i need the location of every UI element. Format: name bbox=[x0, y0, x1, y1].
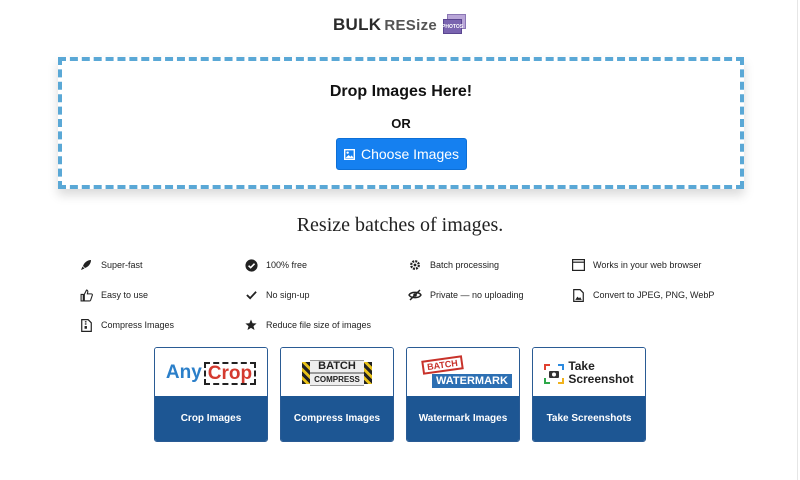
check-badge-icon bbox=[244, 258, 258, 272]
feature-item: Compress Images bbox=[79, 318, 174, 332]
tool-card-label: Compress Images bbox=[281, 396, 393, 441]
tool-card-label: Take Screenshots bbox=[533, 396, 645, 441]
feature-label: Compress Images bbox=[101, 320, 175, 330]
feature-item: Easy to use bbox=[79, 288, 148, 302]
anycrop-logo-crop: Crop bbox=[203, 361, 257, 385]
feature-label: Super-fast bbox=[101, 260, 143, 270]
tool-card-compress-images[interactable]: BATCH COMPRESS Compress Images bbox=[280, 347, 394, 442]
feature-label: 100% free bbox=[266, 260, 308, 270]
batch-compress-logo-compress: COMPRESS bbox=[310, 373, 364, 386]
site-logo[interactable]: BULK RESize PHOTOS bbox=[0, 12, 800, 38]
choose-images-button[interactable]: Choose Images bbox=[336, 138, 467, 170]
rocket-icon bbox=[79, 258, 93, 272]
feature-label: No sign-up bbox=[266, 290, 310, 300]
batch-watermark-logo: BATCH WATERMARK bbox=[407, 348, 519, 398]
tool-card-label: Crop Images bbox=[155, 396, 267, 441]
tool-card-take-screenshots[interactable]: Take Screenshot Take Screenshots bbox=[532, 347, 646, 442]
feature-item: Convert to JPEG, PNG, WebP bbox=[571, 288, 714, 302]
browser-window-icon bbox=[571, 258, 585, 272]
checkmark-icon bbox=[244, 288, 258, 302]
file-archive-icon bbox=[79, 318, 93, 332]
camera-frame-icon bbox=[544, 364, 565, 384]
take-screenshot-logo: Take Screenshot bbox=[533, 348, 645, 398]
anycrop-logo-any: Any bbox=[165, 362, 202, 383]
gear-icon bbox=[408, 258, 422, 272]
take-screenshot-logo-screenshot: Screenshot bbox=[568, 372, 634, 386]
tool-card-crop-images[interactable]: Any Crop Crop Images bbox=[154, 347, 268, 442]
batch-compress-logo: BATCH COMPRESS bbox=[281, 348, 393, 398]
feature-label: Convert to JPEG, PNG, WebP bbox=[593, 290, 715, 300]
batch-compress-logo-batch: BATCH bbox=[310, 360, 364, 373]
choose-images-label: Choose Images bbox=[360, 146, 460, 162]
feature-item: No sign-up bbox=[244, 288, 310, 302]
page-tagline: Resize batches of images. bbox=[296, 214, 504, 236]
feature-label: Works in your web browser bbox=[593, 260, 702, 270]
hazard-stripe-icon bbox=[363, 362, 372, 384]
dropzone-or-label: OR bbox=[391, 116, 411, 131]
thumbs-up-icon bbox=[79, 288, 93, 302]
feature-item: Super-fast bbox=[79, 258, 143, 272]
feature-label: Reduce file size of images bbox=[266, 320, 372, 330]
image-icon bbox=[343, 148, 355, 160]
feature-item: Private — no uploading bbox=[408, 288, 524, 302]
feature-label: Private — no uploading bbox=[430, 290, 524, 300]
image-dropzone[interactable]: Drop Images Here! OR Choose Images bbox=[58, 57, 744, 189]
star-icon bbox=[244, 318, 258, 332]
logo-resize-text: RESize bbox=[384, 16, 438, 34]
feature-label: Batch processing bbox=[430, 260, 500, 270]
eye-slash-icon bbox=[408, 288, 422, 302]
hazard-stripe-icon bbox=[302, 362, 311, 384]
feature-item: 100% free bbox=[244, 258, 307, 272]
feature-item: Batch processing bbox=[408, 258, 499, 272]
logo-photos-icon: PHOTOS bbox=[442, 14, 467, 36]
feature-item: Reduce file size of images bbox=[244, 318, 371, 332]
page-edge-divider bbox=[797, 0, 798, 480]
batch-watermark-logo-word: WATERMARK bbox=[432, 374, 512, 388]
tool-card-label: Watermark Images bbox=[407, 396, 519, 441]
dropzone-title: Drop Images Here! bbox=[329, 83, 473, 100]
file-image-icon bbox=[571, 288, 585, 302]
anycrop-logo: Any Crop bbox=[155, 348, 267, 398]
tool-card-watermark-images[interactable]: BATCH WATERMARK Watermark Images bbox=[406, 347, 520, 442]
batch-watermark-logo-stamp: BATCH bbox=[421, 355, 464, 375]
feature-item: Works in your web browser bbox=[571, 258, 701, 272]
feature-label: Easy to use bbox=[101, 290, 149, 300]
logo-bulk-text: BULK bbox=[332, 15, 382, 34]
